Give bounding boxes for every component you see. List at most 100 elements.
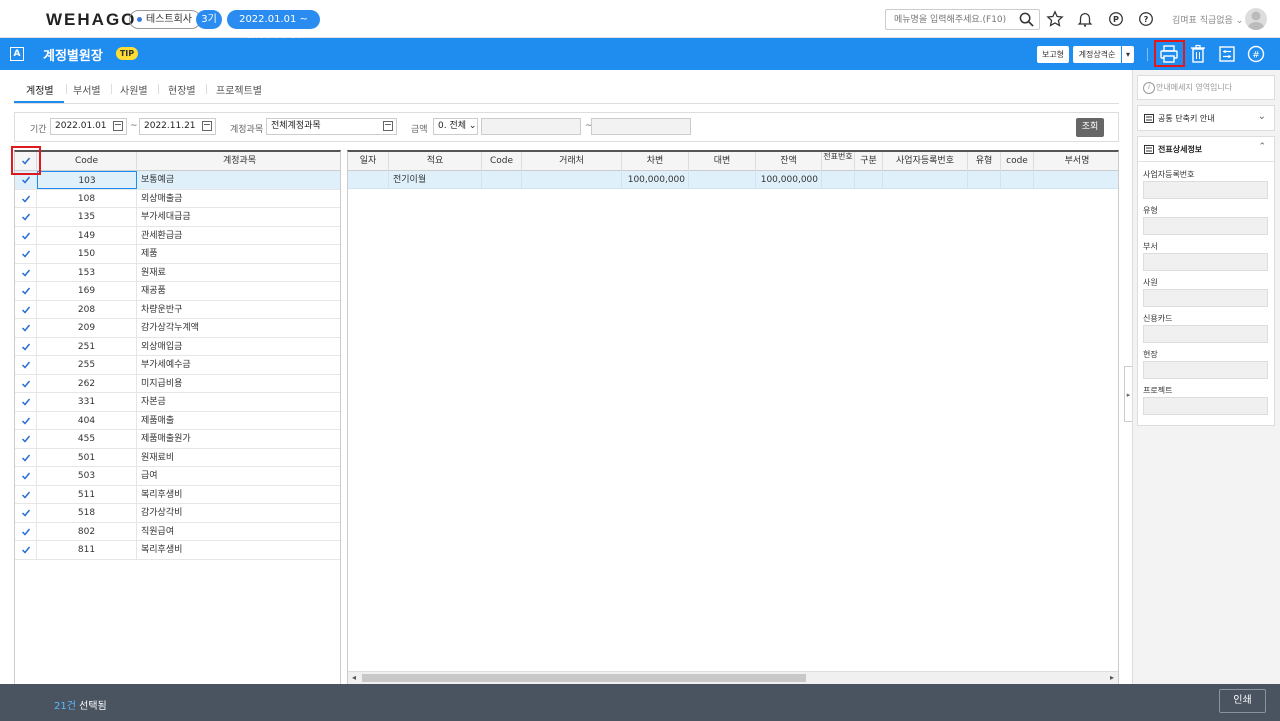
table-row[interactable]: 511 복리후생비 [15, 485, 340, 504]
trash-icon[interactable] [1187, 43, 1209, 65]
row-checkbox[interactable] [15, 226, 37, 245]
row-checkbox[interactable] [15, 337, 37, 356]
header-code[interactable]: Code [482, 152, 522, 171]
tab-employee[interactable]: 사원별 [120, 82, 148, 97]
table-row[interactable]: 802 직원급여 [15, 522, 340, 541]
row-checkbox[interactable] [15, 411, 37, 430]
row-checkbox[interactable] [15, 374, 37, 393]
menu-search-input[interactable] [886, 10, 1014, 29]
sort-button[interactable]: 계정상격순 [1073, 46, 1121, 63]
row-checkbox[interactable] [15, 263, 37, 282]
help-icon[interactable]: ? [1137, 10, 1155, 28]
lookup-icon[interactable] [383, 121, 393, 131]
bell-icon[interactable] [1076, 10, 1094, 28]
table-row[interactable]: 455 제품매출원가 [15, 430, 340, 449]
row-checkbox[interactable] [15, 319, 37, 337]
term-badge[interactable]: 3기 [196, 10, 222, 29]
period-badge[interactable]: 2022.01.01 ~ 2022.12.31 [227, 10, 320, 44]
table-row[interactable]: 108 외상매출금 [15, 189, 340, 208]
header-balance[interactable]: 잔액 [756, 152, 822, 171]
row-checkbox[interactable] [15, 467, 37, 485]
scroll-right-icon[interactable]: ▸ [1110, 673, 1114, 682]
table-row[interactable]: 518 감가상각비 [15, 504, 340, 523]
row-checkbox[interactable] [15, 393, 37, 411]
avatar[interactable] [1245, 8, 1267, 30]
table-row[interactable]: 251 외상매입금 [15, 337, 340, 356]
header-date[interactable]: 일자 [348, 152, 389, 171]
table-row[interactable]: 208 차량운반구 [15, 300, 340, 319]
print-button[interactable]: 인쇄 [1219, 689, 1266, 713]
header-department[interactable]: 부서명 [1034, 152, 1118, 171]
calendar-icon[interactable] [202, 121, 212, 131]
tab-project[interactable]: 프로젝트별 [216, 82, 262, 97]
panel-toggle-icon[interactable]: ▸ [1124, 366, 1132, 422]
user-name[interactable]: 김며표 직급없음 ⌄ [1172, 13, 1243, 26]
header-kind[interactable]: 유형 [968, 152, 1001, 171]
menu-search[interactable] [885, 9, 1040, 30]
p-circle-icon[interactable]: P [1107, 10, 1125, 28]
header-business-no[interactable]: 사업자등록번호 [883, 152, 968, 171]
header-debit[interactable]: 차변 [622, 152, 689, 171]
header-account-name[interactable]: 계정과목 [137, 152, 340, 171]
row-checkbox[interactable] [15, 448, 37, 467]
table-row[interactable]: 255 부가세예수금 [15, 356, 340, 375]
chevron-up-icon[interactable]: ⌃ [1258, 142, 1266, 152]
table-row[interactable]: 503 급여 [15, 467, 340, 486]
header-code2[interactable]: code [1001, 152, 1034, 171]
site-field[interactable] [1143, 361, 1268, 379]
table-row[interactable]: 811 복리후생비 [15, 541, 340, 560]
account-input[interactable]: 전체계정과목 [266, 118, 397, 135]
menu-a-icon[interactable]: A [10, 47, 24, 61]
wehago-logo[interactable]: WEHAGO [46, 10, 136, 30]
table-row[interactable]: 전기이월 100,000,000 100,000,000 [348, 171, 1118, 189]
header-voucher-no[interactable]: 전표번호 [822, 152, 855, 171]
tab-site[interactable]: 현장별 [168, 82, 196, 97]
header-code[interactable]: Code [37, 152, 137, 171]
table-row[interactable]: 153 원재료 [15, 263, 340, 282]
department-field[interactable] [1143, 253, 1268, 271]
table-row[interactable]: 404 제품매출 [15, 411, 340, 430]
hash-icon[interactable]: # [1245, 43, 1267, 65]
header-memo[interactable]: 적요 [389, 152, 482, 171]
table-row[interactable]: 150 제품 [15, 245, 340, 264]
row-checkbox[interactable] [15, 522, 37, 541]
star-icon[interactable] [1046, 10, 1064, 28]
tab-account[interactable]: 계정별 [26, 82, 54, 97]
shortcut-guide[interactable]: 공통 단축키 안내 ⌄ [1137, 105, 1275, 131]
row-checkbox[interactable] [15, 300, 37, 319]
tip-badge[interactable]: TIP [116, 47, 138, 60]
row-checkbox[interactable] [15, 356, 37, 374]
table-row[interactable]: 262 미지급비용 [15, 374, 340, 393]
header-client[interactable]: 거래처 [522, 152, 622, 171]
report-button[interactable]: 보고형 [1037, 46, 1069, 63]
amount-select[interactable]: 0. 전체 ⌄ [433, 118, 478, 135]
sort-dropdown-icon[interactable]: ▾ [1122, 46, 1134, 63]
calendar-icon[interactable] [113, 121, 123, 131]
scrollbar-thumb[interactable] [362, 674, 806, 682]
business-no-field[interactable] [1143, 181, 1268, 199]
project-field[interactable] [1143, 397, 1268, 415]
scroll-left-icon[interactable]: ◂ [352, 673, 356, 682]
table-row[interactable]: 209 감가상각누계액 [15, 319, 340, 338]
company-selector[interactable]: 테스트회사 [129, 10, 201, 29]
table-row[interactable]: 501 원재료비 [15, 448, 340, 467]
search-button[interactable]: 조회 [1076, 118, 1104, 137]
header-credit[interactable]: 대변 [689, 152, 756, 171]
date-from-input[interactable]: 2022.01.01 [50, 118, 127, 135]
type-field[interactable] [1143, 217, 1268, 235]
row-checkbox[interactable] [15, 189, 37, 208]
header-type[interactable]: 구분 [855, 152, 883, 171]
horizontal-scrollbar[interactable]: ◂ ▸ [348, 671, 1118, 684]
table-row[interactable]: 331 자본금 [15, 393, 340, 412]
row-checkbox[interactable] [15, 245, 37, 263]
row-checkbox[interactable] [15, 504, 37, 522]
table-row[interactable]: 135 부가세대급금 [15, 208, 340, 227]
row-checkbox[interactable] [15, 430, 37, 448]
search-icon[interactable] [1019, 12, 1034, 27]
row-checkbox[interactable] [15, 208, 37, 226]
table-row[interactable]: 103 보통예금 [15, 171, 340, 190]
date-to-input[interactable]: 2022.11.21 [139, 118, 216, 135]
table-row[interactable]: 149 관세환급금 [15, 226, 340, 245]
row-checkbox[interactable] [15, 485, 37, 504]
table-row[interactable]: 169 재공품 [15, 282, 340, 301]
